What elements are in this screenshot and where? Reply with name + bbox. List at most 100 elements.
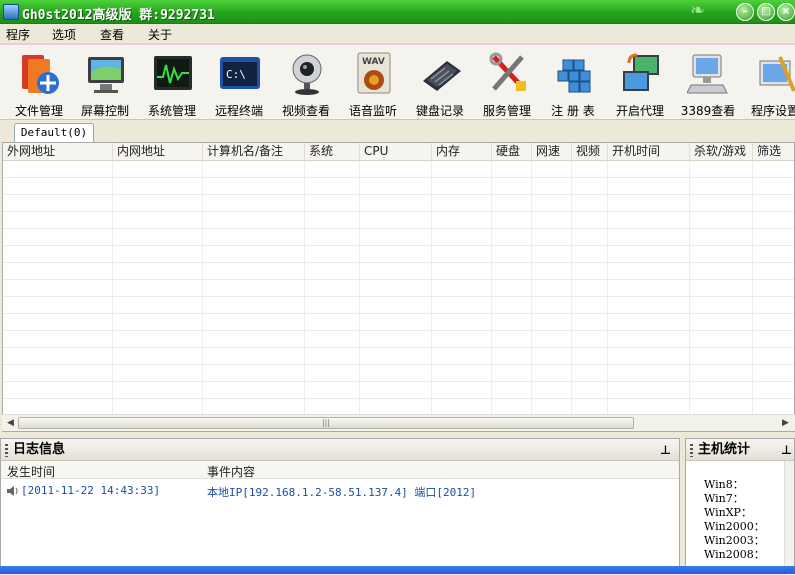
- log-panel-header: 日志信息 ⊥: [1, 439, 679, 461]
- column-header[interactable]: 开机时间: [608, 143, 690, 161]
- log-panel-title: 日志信息: [13, 442, 66, 457]
- log-event: 本地IP[192.168.1.2-58.51.137.4] 端口[2012]: [207, 486, 477, 499]
- registry-icon: [557, 59, 591, 93]
- column-header[interactable]: 硬盘: [492, 143, 532, 161]
- proxy-icon: [623, 53, 659, 91]
- speaker-icon: [7, 486, 18, 496]
- vertical-scrollbar[interactable]: [784, 461, 794, 575]
- host-list-table[interactable]: 外网地址 内网地址 计算机名/备注 系统 CPU 内存 硬盘 网速 视频 开机时…: [2, 142, 795, 432]
- svg-text:WAV: WAV: [362, 57, 385, 67]
- column-header[interactable]: 杀软/游戏: [690, 143, 753, 161]
- column-header[interactable]: 内存: [432, 143, 492, 161]
- tool-label: 屏幕控制: [80, 104, 129, 118]
- column-divider: [202, 161, 203, 416]
- taskbar: [0, 566, 795, 574]
- column-divider: [304, 161, 305, 416]
- log-table-header: 发生时间 事件内容: [1, 461, 679, 479]
- pin-icon[interactable]: ⊥: [660, 439, 671, 461]
- screen-control-button[interactable]: 屏幕控制: [72, 49, 138, 118]
- tool-label: 文件管理: [14, 104, 63, 118]
- close-button[interactable]: ×: [777, 3, 795, 21]
- column-header[interactable]: 系统: [305, 143, 360, 161]
- column-header[interactable]: 外网地址: [3, 143, 113, 161]
- system-manager-icon: [154, 56, 192, 90]
- program-settings-button[interactable]: 程序设置: [742, 49, 795, 118]
- svg-text:C:\: C:\: [226, 68, 246, 81]
- menu-bar: 程序 选项 查看 关于: [0, 24, 795, 44]
- scroll-thumb[interactable]: |||: [18, 417, 634, 429]
- column-divider: [607, 161, 608, 416]
- column-divider: [431, 161, 432, 416]
- proxy-button[interactable]: 开启代理: [607, 49, 673, 118]
- app-icon: [3, 4, 19, 20]
- stats-panel-title: 主机统计: [698, 442, 751, 457]
- keylogger-button[interactable]: 键盘记录: [407, 49, 473, 118]
- menu-view[interactable]: 查看: [100, 26, 124, 43]
- column-divider: [359, 161, 360, 416]
- tools-icon: [489, 52, 526, 91]
- tool-label: 语音监听: [348, 104, 397, 118]
- tool-label: 视频查看: [281, 104, 330, 118]
- keyboard-icon: [423, 61, 461, 91]
- tool-label: 服务管理: [482, 104, 531, 118]
- scroll-right-icon[interactable]: ▶: [778, 416, 793, 430]
- column-header[interactable]: CPU: [360, 143, 432, 161]
- registry-button[interactable]: 注 册 表: [540, 49, 606, 118]
- screen-control-icon: [88, 57, 124, 93]
- system-manager-button[interactable]: 系统管理: [139, 49, 205, 118]
- host-stats-panel: 主机统计 ⊥ Win8： Win7： WinXP： Win2000： Win20…: [685, 438, 795, 575]
- panel-grip-icon[interactable]: [5, 444, 8, 457]
- toolbar: 文件管理 屏幕控制 系统管理 C:\ 远程终端 视频查看 WAV 语音监听 键盘…: [0, 45, 795, 120]
- computer-icon: [687, 54, 728, 94]
- column-divider: [571, 161, 572, 416]
- pin-icon[interactable]: ⊥: [781, 439, 792, 461]
- horizontal-scrollbar[interactable]: ◀ ||| ▶: [2, 414, 795, 431]
- table-body: [3, 161, 794, 416]
- audio-wav-icon: WAV: [357, 52, 391, 94]
- column-header[interactable]: 筛选: [753, 143, 794, 161]
- column-header[interactable]: 内网地址: [113, 143, 203, 161]
- column-header[interactable]: 视频: [572, 143, 608, 161]
- column-divider: [689, 161, 690, 416]
- log-panel: 日志信息 ⊥ 发生时间 事件内容 [2011-11-22 14:43:33] 本…: [0, 438, 680, 574]
- title-bar: Gh0st2012高级版 群:9292731 ❧ – □ ×: [0, 0, 795, 24]
- tool-label: 注 册 表: [551, 104, 595, 118]
- tool-label: 远程终端: [214, 104, 263, 118]
- column-divider: [531, 161, 532, 416]
- file-manager-icon: [22, 55, 59, 94]
- table-header: 外网地址 内网地址 计算机名/备注 系统 CPU 内存 硬盘 网速 视频 开机时…: [3, 143, 794, 161]
- column-divider: [491, 161, 492, 416]
- column-divider: [112, 161, 113, 416]
- webcam-button[interactable]: 视频查看: [273, 49, 339, 118]
- tool-label: 系统管理: [147, 104, 196, 118]
- remote-terminal-button[interactable]: C:\ 远程终端: [206, 49, 272, 118]
- column-header[interactable]: 计算机名/备注: [203, 143, 305, 161]
- settings-icon: [759, 56, 795, 92]
- stats-panel-header: 主机统计 ⊥: [686, 439, 794, 461]
- rdp-3389-button[interactable]: 3389查看: [675, 49, 741, 118]
- menu-about[interactable]: 关于: [148, 26, 172, 43]
- stat-win2008: Win2008：: [704, 548, 765, 561]
- column-header[interactable]: 网速: [532, 143, 572, 161]
- tab-default[interactable]: Default(0): [14, 123, 94, 142]
- file-manager-button[interactable]: 文件管理: [6, 49, 72, 118]
- column-header[interactable]: 事件内容: [207, 463, 255, 480]
- group-tabs: Default(0): [0, 120, 795, 142]
- service-manager-button[interactable]: 服务管理: [474, 49, 540, 118]
- title-decoration: ❧: [690, 0, 706, 21]
- panel-grip-icon[interactable]: [690, 444, 693, 457]
- tool-label: 3389查看: [680, 104, 736, 118]
- webcam-icon: [292, 54, 322, 95]
- window-title: Gh0st2012高级版 群:9292731: [22, 8, 215, 23]
- audio-monitor-button[interactable]: WAV 语音监听: [340, 49, 406, 118]
- maximize-button[interactable]: □: [757, 3, 775, 21]
- scroll-left-icon[interactable]: ◀: [3, 416, 18, 430]
- tool-label: 开启代理: [615, 104, 664, 118]
- column-divider: [752, 161, 753, 416]
- remote-terminal-icon: C:\: [220, 57, 260, 89]
- column-header[interactable]: 发生时间: [7, 463, 55, 480]
- minimize-button[interactable]: –: [736, 3, 754, 21]
- menu-program[interactable]: 程序: [6, 26, 30, 43]
- menu-options[interactable]: 选项: [52, 26, 76, 43]
- log-row[interactable]: [2011-11-22 14:43:33] 本地IP[192.168.1.2-5…: [1, 482, 679, 500]
